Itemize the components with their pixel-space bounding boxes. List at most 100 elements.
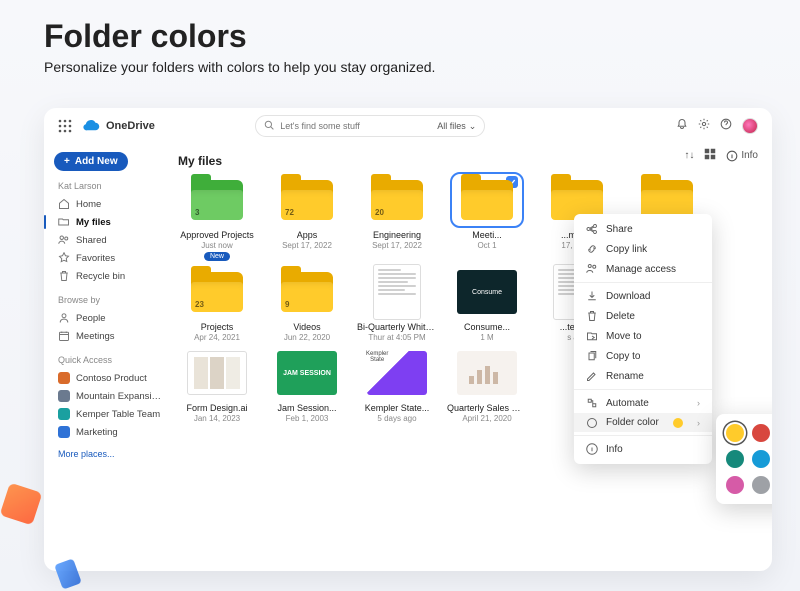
menu-item-delete[interactable]: Delete bbox=[574, 306, 712, 326]
file-name: Meeti... bbox=[472, 230, 502, 240]
team-color-swatch bbox=[58, 372, 70, 384]
sidebar-item-favorites[interactable]: Favorites bbox=[54, 249, 170, 267]
quick-access-item[interactable]: Kemper Table Team bbox=[54, 405, 170, 423]
brand[interactable]: OneDrive bbox=[82, 119, 155, 134]
file-item[interactable]: JAM SESSIONJam Session...Feb 1, 2003 bbox=[266, 347, 348, 423]
file-item[interactable]: Bi-Quarterly White...Thur at 4:05 PM bbox=[356, 266, 438, 342]
menu-item-manage-access[interactable]: Manage access bbox=[574, 259, 712, 279]
file-item[interactable]: 23ProjectsApr 24, 2021 bbox=[176, 266, 258, 342]
quick-access-item[interactable]: Mountain Expansion... bbox=[54, 387, 170, 405]
menu-item-copy-link[interactable]: Copy link bbox=[574, 239, 712, 259]
onedrive-window: OneDrive All files ⌄ + Add New Kat Lars bbox=[44, 108, 772, 571]
file-meta: Sept 17, 2022 bbox=[282, 241, 332, 250]
color-swatch[interactable] bbox=[726, 424, 744, 442]
file-item[interactable]: KemplerStateKempler State...5 days ago bbox=[356, 347, 438, 423]
file-meta: 1 M bbox=[480, 333, 493, 342]
file-thumbnail bbox=[182, 347, 252, 399]
notifications-icon[interactable] bbox=[676, 117, 688, 135]
folder-icon: 23 bbox=[191, 272, 243, 312]
menu-item-copy-to[interactable]: Copy to bbox=[574, 346, 712, 366]
folder-icon bbox=[461, 180, 513, 220]
file-item[interactable]: Meeti...Oct 1 bbox=[446, 174, 528, 261]
sidebar-item-my-files[interactable]: My files bbox=[54, 213, 170, 231]
folder-icon bbox=[58, 216, 70, 228]
file-item[interactable]: 3Approved ProjectsJust nowNew bbox=[176, 174, 258, 261]
settings-icon[interactable] bbox=[698, 117, 710, 135]
home-icon bbox=[58, 198, 70, 210]
file-name: Quarterly Sales Report bbox=[447, 403, 527, 413]
color-swatch[interactable] bbox=[752, 424, 770, 442]
info-pane-toggle[interactable]: Info bbox=[726, 150, 758, 162]
more-places-link[interactable]: More places... bbox=[58, 449, 166, 459]
top-bar: OneDrive All files ⌄ bbox=[44, 108, 772, 144]
file-name: Projects bbox=[201, 322, 234, 332]
section-title: My files bbox=[178, 154, 758, 168]
star-icon bbox=[58, 252, 70, 264]
team-color-swatch bbox=[58, 390, 70, 402]
menu-item-move-to[interactable]: Move to bbox=[574, 326, 712, 346]
sidebar-item-home[interactable]: Home bbox=[54, 195, 170, 213]
file-item[interactable]: 72 AppsSept 17, 2022 bbox=[266, 174, 348, 261]
file-name: Apps bbox=[297, 230, 318, 240]
sort-button[interactable]: ↑↓ bbox=[684, 150, 694, 161]
menu-item-info[interactable]: Info bbox=[574, 439, 712, 459]
file-item[interactable]: Quarterly Sales ReportApril 21, 2020 bbox=[446, 347, 528, 423]
menu-item-automate[interactable]: Automate› bbox=[574, 393, 712, 413]
sidebar-item-recycle-bin[interactable]: Recycle bin bbox=[54, 267, 170, 285]
browse-by-label: Browse by bbox=[58, 295, 170, 305]
search-input[interactable] bbox=[280, 121, 431, 131]
menu-item-share[interactable]: Share bbox=[574, 219, 712, 239]
help-icon[interactable] bbox=[720, 117, 732, 135]
app-launcher-icon[interactable] bbox=[58, 119, 72, 133]
add-new-button[interactable]: + Add New bbox=[54, 152, 128, 171]
folder-icon: 72 bbox=[281, 180, 333, 220]
browse-item-meetings[interactable]: Meetings bbox=[54, 327, 170, 345]
file-thumbnail bbox=[452, 347, 522, 399]
sidebar-user-label: Kat Larson bbox=[58, 181, 170, 191]
move-icon bbox=[586, 330, 598, 342]
file-name: Bi-Quarterly White... bbox=[357, 322, 437, 332]
swatch-icon bbox=[586, 418, 598, 428]
color-swatch[interactable] bbox=[752, 450, 770, 468]
quick-access-label: Quick Access bbox=[58, 355, 170, 365]
search-box[interactable]: All files ⌄ bbox=[255, 115, 485, 137]
browse-item-people[interactable]: People bbox=[54, 309, 170, 327]
chevron-down-icon: ⌄ bbox=[469, 121, 477, 132]
sidebar-item-label: Favorites bbox=[76, 253, 115, 264]
file-name: Form Design.ai bbox=[186, 403, 247, 413]
chevron-right-icon: › bbox=[697, 398, 700, 408]
file-item[interactable]: 20EngineeringSept 17, 2022 bbox=[356, 174, 438, 261]
sidebar-item-label: Home bbox=[76, 199, 101, 210]
rename-icon bbox=[586, 370, 598, 382]
file-thumbnail: Consume bbox=[452, 266, 522, 318]
sidebar-item-shared[interactable]: Shared bbox=[54, 231, 170, 249]
color-swatch[interactable] bbox=[752, 476, 770, 494]
menu-item-rename[interactable]: Rename bbox=[574, 366, 712, 386]
color-swatch[interactable] bbox=[726, 450, 744, 468]
brand-label: OneDrive bbox=[106, 120, 155, 132]
quick-access-item[interactable]: Contoso Product bbox=[54, 369, 170, 387]
file-item[interactable]: 9VideosJun 22, 2020 bbox=[266, 266, 348, 342]
file-name: Approved Projects bbox=[180, 230, 254, 240]
people-icon bbox=[58, 234, 70, 246]
quick-access-item[interactable]: Marketing bbox=[54, 423, 170, 441]
menu-item-download[interactable]: Download bbox=[574, 286, 712, 306]
download-icon bbox=[586, 290, 598, 302]
menu-item-folder-color[interactable]: Folder color› bbox=[574, 413, 712, 432]
current-color-swatch bbox=[673, 418, 683, 428]
sidebar-item-label: Recycle bin bbox=[76, 271, 125, 282]
share-icon bbox=[586, 223, 598, 235]
user-avatar[interactable] bbox=[742, 118, 758, 134]
color-swatch[interactable] bbox=[726, 476, 744, 494]
chevron-right-icon: › bbox=[697, 418, 700, 428]
view-toggle-icon[interactable] bbox=[704, 148, 716, 163]
calendar-icon bbox=[58, 330, 70, 342]
hero-title: Folder colors bbox=[0, 0, 800, 59]
file-item[interactable]: Form Design.aiJan 14, 2023 bbox=[176, 347, 258, 423]
folder-icon: 20 bbox=[371, 180, 423, 220]
file-meta: Oct 1 bbox=[477, 241, 496, 250]
trash-icon bbox=[586, 310, 598, 322]
sidebar: + Add New Kat Larson Home My filesShared F… bbox=[44, 144, 170, 571]
file-item[interactable]: ConsumeConsume...1 M bbox=[446, 266, 528, 342]
search-filter[interactable]: All files ⌄ bbox=[437, 121, 476, 132]
